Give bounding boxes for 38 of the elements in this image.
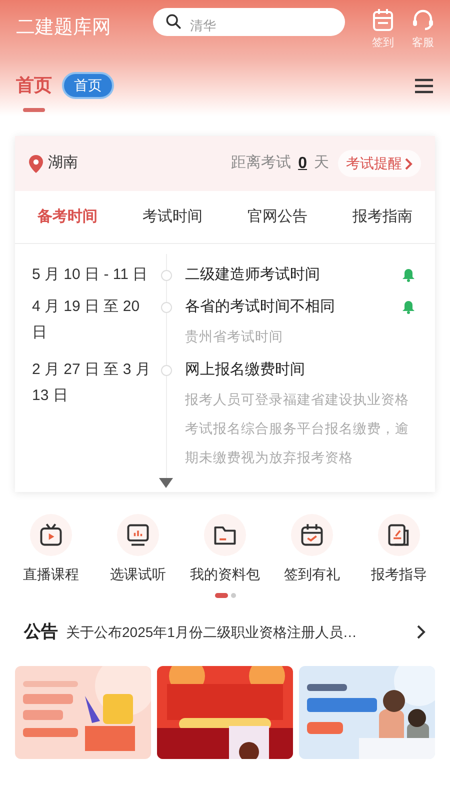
search-field[interactable]: 清华: [153, 8, 345, 36]
notice-label: 公告: [24, 621, 58, 644]
home-badge: 首页: [62, 72, 114, 99]
timeline-date: 4 月 19 日 至 20 日: [32, 297, 141, 343]
timeline-title: 网上报名缴费时间: [185, 360, 305, 380]
search-icon: [165, 13, 182, 30]
chevron-right-icon: [405, 158, 413, 170]
headset-icon: [412, 8, 434, 32]
timeline-date: 2 月 27 日 至 3 月 13 日: [32, 360, 152, 406]
menu-icon[interactable]: [414, 78, 434, 94]
countdown-unit: 天: [314, 153, 329, 174]
shortcut-button[interactable]: 选课试听: [95, 514, 181, 585]
tab[interactable]: 报考指南: [352, 206, 412, 228]
timeline-date: 5 月 10 日 - 11 日: [32, 265, 149, 285]
shortcut-button[interactable]: 我的资料包: [182, 514, 268, 585]
app-title: 二建题库网: [16, 16, 112, 40]
location-pin-icon: [29, 154, 43, 172]
calendar-icon: [299, 522, 325, 548]
tab[interactable]: 官网公告: [248, 206, 308, 228]
notice-link[interactable]: 关于公布2025年1月份二级职业资格注册人员…: [66, 622, 357, 642]
timeline-title: 二级建造师考试时间: [185, 265, 320, 285]
shortcut-button[interactable]: 报考指导: [356, 514, 442, 585]
timeline-note: 报考人员可登录福建省建设执业资格考试报名综合服务平台报名缴费，逾期未缴费视为放弃报考资格: [185, 391, 410, 467]
timeline-note: 贵州省考试时间: [185, 328, 284, 346]
shortcut-button[interactable]: 签到有礼: [269, 514, 355, 585]
monitor-icon: [125, 522, 151, 548]
location-label: 湖南: [48, 153, 78, 174]
tab[interactable]: 考试时间: [142, 206, 202, 228]
chevron-right-icon: [417, 625, 426, 639]
tv-icon: [38, 522, 64, 548]
countdown-label: 距离考试: [231, 153, 292, 174]
timeline-title: 各省的考试时间不相同: [185, 297, 335, 317]
shortcut-button[interactable]: 直播课程: [8, 514, 94, 585]
calendar-icon: [372, 8, 394, 32]
exam-reminder-button[interactable]: 考试提醒: [338, 150, 421, 177]
tab[interactable]: 备考时间: [38, 206, 98, 228]
countdown-days: 0: [298, 152, 307, 176]
expand-arrow-icon[interactable]: [159, 478, 173, 488]
